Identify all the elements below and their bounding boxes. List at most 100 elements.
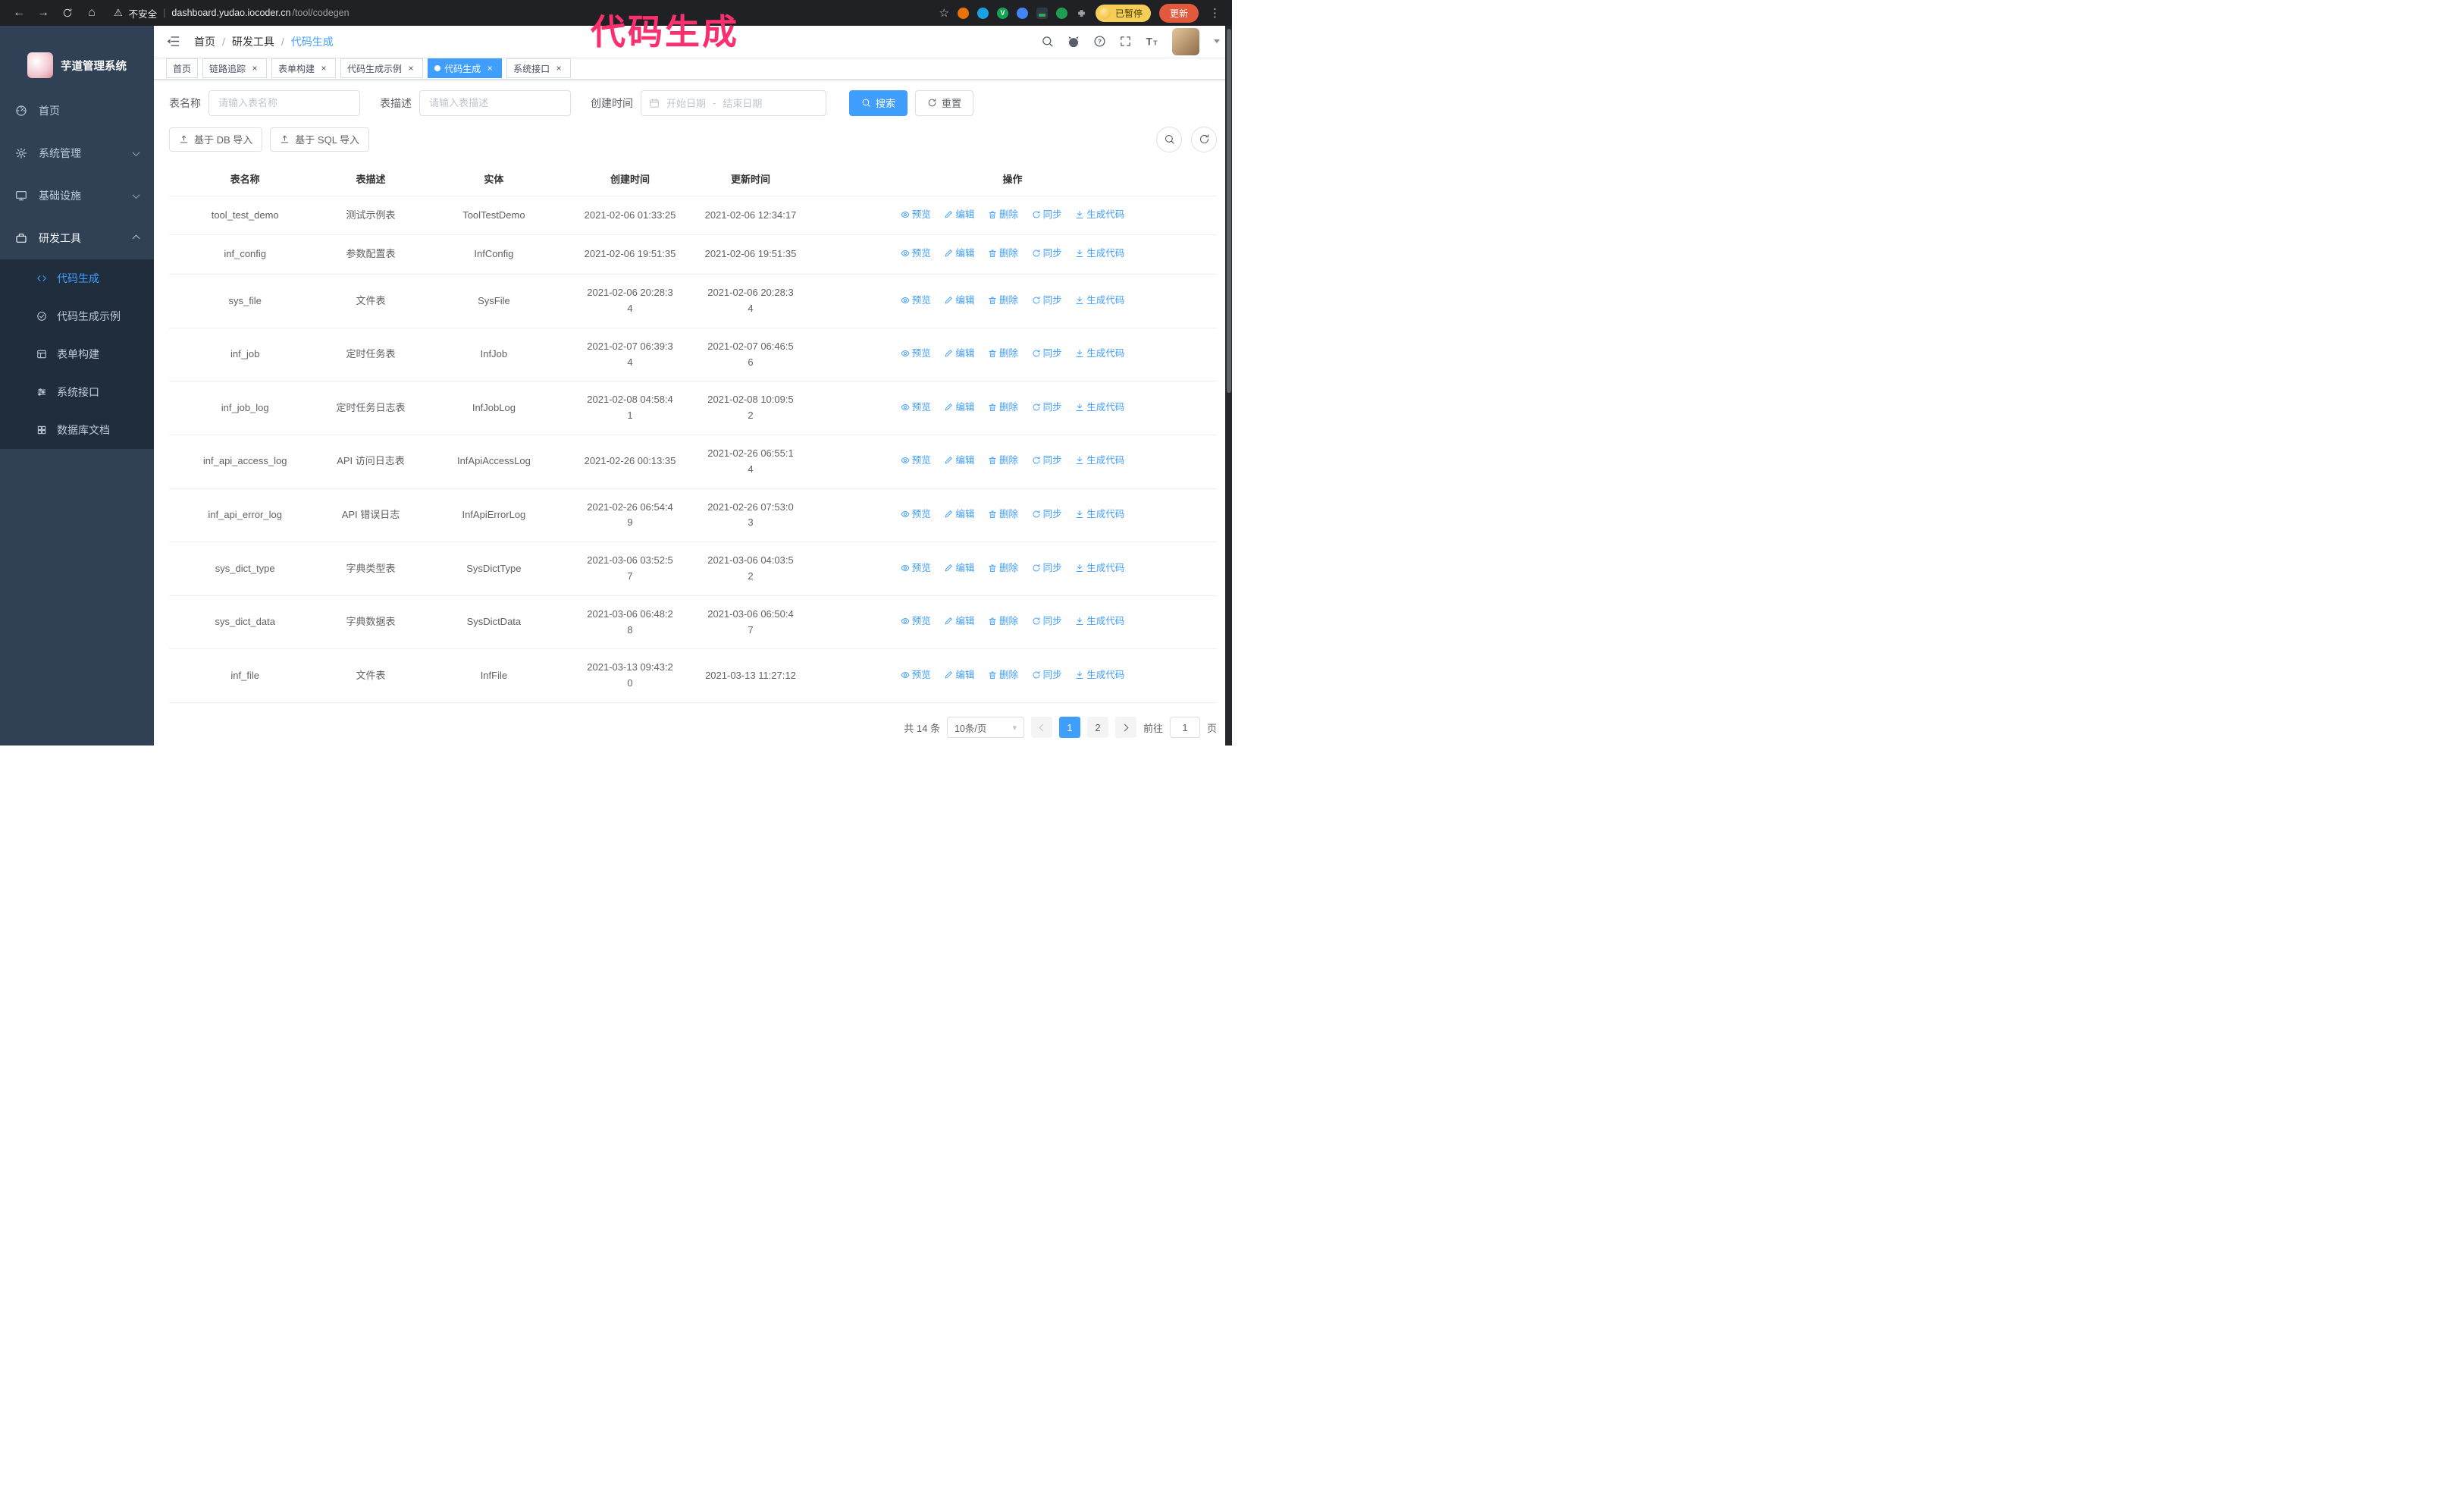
table-name-input[interactable]: [208, 89, 360, 116]
prev-page-button[interactable]: [1030, 717, 1052, 738]
search-icon[interactable]: [1041, 35, 1054, 48]
scrollbar-thumb[interactable]: [1226, 29, 1231, 393]
extension-icon[interactable]: [957, 7, 969, 19]
edit-link[interactable]: 编辑: [944, 560, 974, 576]
generate-code-link[interactable]: 生成代码: [1075, 346, 1124, 361]
fullscreen-icon[interactable]: [1119, 35, 1132, 48]
delete-link[interactable]: 删除: [988, 346, 1018, 361]
sidebar-item-db-docs[interactable]: 数据库文档: [0, 411, 154, 449]
sidebar-item-system-api[interactable]: 系统接口: [0, 373, 154, 411]
edit-link[interactable]: 编辑: [944, 207, 974, 222]
next-page-button[interactable]: [1114, 717, 1136, 738]
avatar-caret-icon[interactable]: [1214, 39, 1220, 44]
preview-link[interactable]: 预览: [901, 400, 931, 415]
extension-icon[interactable]: V: [996, 7, 1008, 19]
reset-button[interactable]: 重置: [915, 89, 974, 116]
import-sql-button[interactable]: 基于 SQL 导入: [270, 127, 370, 152]
close-icon[interactable]: ×: [318, 63, 329, 74]
tab-form-builder[interactable]: 表单构建 ×: [271, 58, 337, 79]
generate-code-link[interactable]: 生成代码: [1075, 293, 1124, 308]
table-desc-input[interactable]: [419, 89, 571, 116]
toggle-search-button[interactable]: [1156, 126, 1182, 152]
breadcrumb-home[interactable]: 首页: [194, 34, 215, 49]
preview-link[interactable]: 预览: [901, 560, 931, 576]
sidebar-toggle-icon[interactable]: [166, 34, 180, 49]
tab-codegen-example[interactable]: 代码生成示例 ×: [340, 58, 424, 79]
sync-link[interactable]: 同步: [1032, 507, 1062, 522]
reload-icon[interactable]: [58, 3, 77, 23]
import-db-button[interactable]: 基于 DB 导入: [169, 127, 263, 152]
extension-icon[interactable]: [1016, 7, 1028, 19]
delete-link[interactable]: 删除: [988, 507, 1018, 522]
close-icon[interactable]: ×: [406, 63, 416, 74]
preview-link[interactable]: 预览: [901, 614, 931, 629]
preview-link[interactable]: 预览: [901, 453, 931, 468]
generate-code-link[interactable]: 生成代码: [1075, 207, 1124, 222]
close-icon[interactable]: ×: [484, 63, 495, 74]
preview-link[interactable]: 预览: [901, 293, 931, 308]
edit-link[interactable]: 编辑: [944, 346, 974, 361]
sync-link[interactable]: 同步: [1032, 346, 1062, 361]
extension-icon[interactable]: [1055, 7, 1067, 19]
tab-trace[interactable]: 链路追踪 ×: [202, 58, 268, 79]
sync-link[interactable]: 同步: [1032, 293, 1062, 308]
close-icon[interactable]: ×: [553, 63, 564, 74]
generate-code-link[interactable]: 生成代码: [1075, 453, 1124, 468]
generate-code-link[interactable]: 生成代码: [1075, 560, 1124, 576]
delete-link[interactable]: 删除: [988, 207, 1018, 222]
delete-link[interactable]: 删除: [988, 667, 1018, 683]
delete-link[interactable]: 删除: [988, 400, 1018, 415]
edit-link[interactable]: 编辑: [944, 614, 974, 629]
tab-system-api[interactable]: 系统接口 ×: [506, 58, 572, 79]
sync-link[interactable]: 同步: [1032, 614, 1062, 629]
edit-link[interactable]: 编辑: [944, 293, 974, 308]
page-button-1[interactable]: 1: [1058, 717, 1080, 738]
delete-link[interactable]: 删除: [988, 614, 1018, 629]
browser-update-button[interactable]: 更新: [1158, 3, 1199, 23]
help-icon[interactable]: ?: [1093, 35, 1106, 48]
sidebar-item-codegen-example[interactable]: 代码生成示例: [0, 297, 154, 335]
date-range-picker[interactable]: 开始日期 - 结束日期: [641, 89, 826, 116]
edit-link[interactable]: 编辑: [944, 507, 974, 522]
generate-code-link[interactable]: 生成代码: [1075, 507, 1124, 522]
extensions-puzzle-icon[interactable]: [1076, 8, 1087, 19]
sidebar-item-system-management[interactable]: 系统管理: [0, 132, 154, 174]
tab-codegen[interactable]: 代码生成 ×: [428, 58, 503, 79]
bookmark-star-icon[interactable]: ☆: [939, 6, 949, 20]
generate-code-link[interactable]: 生成代码: [1075, 400, 1124, 415]
edit-link[interactable]: 编辑: [944, 453, 974, 468]
browser-menu-icon[interactable]: ⋮: [1207, 6, 1223, 20]
edit-link[interactable]: 编辑: [944, 400, 974, 415]
extension-icon[interactable]: [1036, 7, 1048, 19]
forward-icon[interactable]: →: [33, 3, 53, 23]
preview-link[interactable]: 预览: [901, 346, 931, 361]
sidebar-item-infrastructure[interactable]: 基础设施: [0, 174, 154, 217]
generate-code-link[interactable]: 生成代码: [1075, 614, 1124, 629]
sidebar-item-dev-tools[interactable]: 研发工具: [0, 217, 154, 259]
search-button[interactable]: 搜索: [849, 89, 908, 116]
sync-link[interactable]: 同步: [1032, 246, 1062, 261]
delete-link[interactable]: 删除: [988, 246, 1018, 261]
user-avatar[interactable]: [1172, 27, 1199, 55]
address-bar[interactable]: ⚠ 不安全 | dashboard.yudao.iocoder.cn /tool…: [114, 6, 350, 20]
generate-code-link[interactable]: 生成代码: [1075, 246, 1124, 261]
sync-link[interactable]: 同步: [1032, 667, 1062, 683]
preview-link[interactable]: 预览: [901, 667, 931, 683]
delete-link[interactable]: 删除: [988, 453, 1018, 468]
preview-link[interactable]: 预览: [901, 507, 931, 522]
edit-link[interactable]: 编辑: [944, 246, 974, 261]
page-size-select[interactable]: 10条/页 ▾: [946, 717, 1024, 738]
font-size-icon[interactable]: TT: [1145, 34, 1159, 49]
delete-link[interactable]: 删除: [988, 560, 1018, 576]
generate-code-link[interactable]: 生成代码: [1075, 667, 1124, 683]
sidebar-item-form-builder[interactable]: 表单构建: [0, 335, 154, 373]
page-button-2[interactable]: 2: [1086, 717, 1108, 738]
sidebar-item-home[interactable]: 首页: [0, 89, 154, 132]
profile-paused-badge[interactable]: 已暂停: [1095, 4, 1151, 22]
sidebar-item-codegen[interactable]: 代码生成: [0, 259, 154, 297]
sync-link[interactable]: 同步: [1032, 453, 1062, 468]
refresh-table-button[interactable]: [1191, 126, 1217, 152]
breadcrumb-dev-tools[interactable]: 研发工具: [232, 34, 274, 49]
edit-link[interactable]: 编辑: [944, 667, 974, 683]
tab-home[interactable]: 首页: [166, 58, 199, 79]
